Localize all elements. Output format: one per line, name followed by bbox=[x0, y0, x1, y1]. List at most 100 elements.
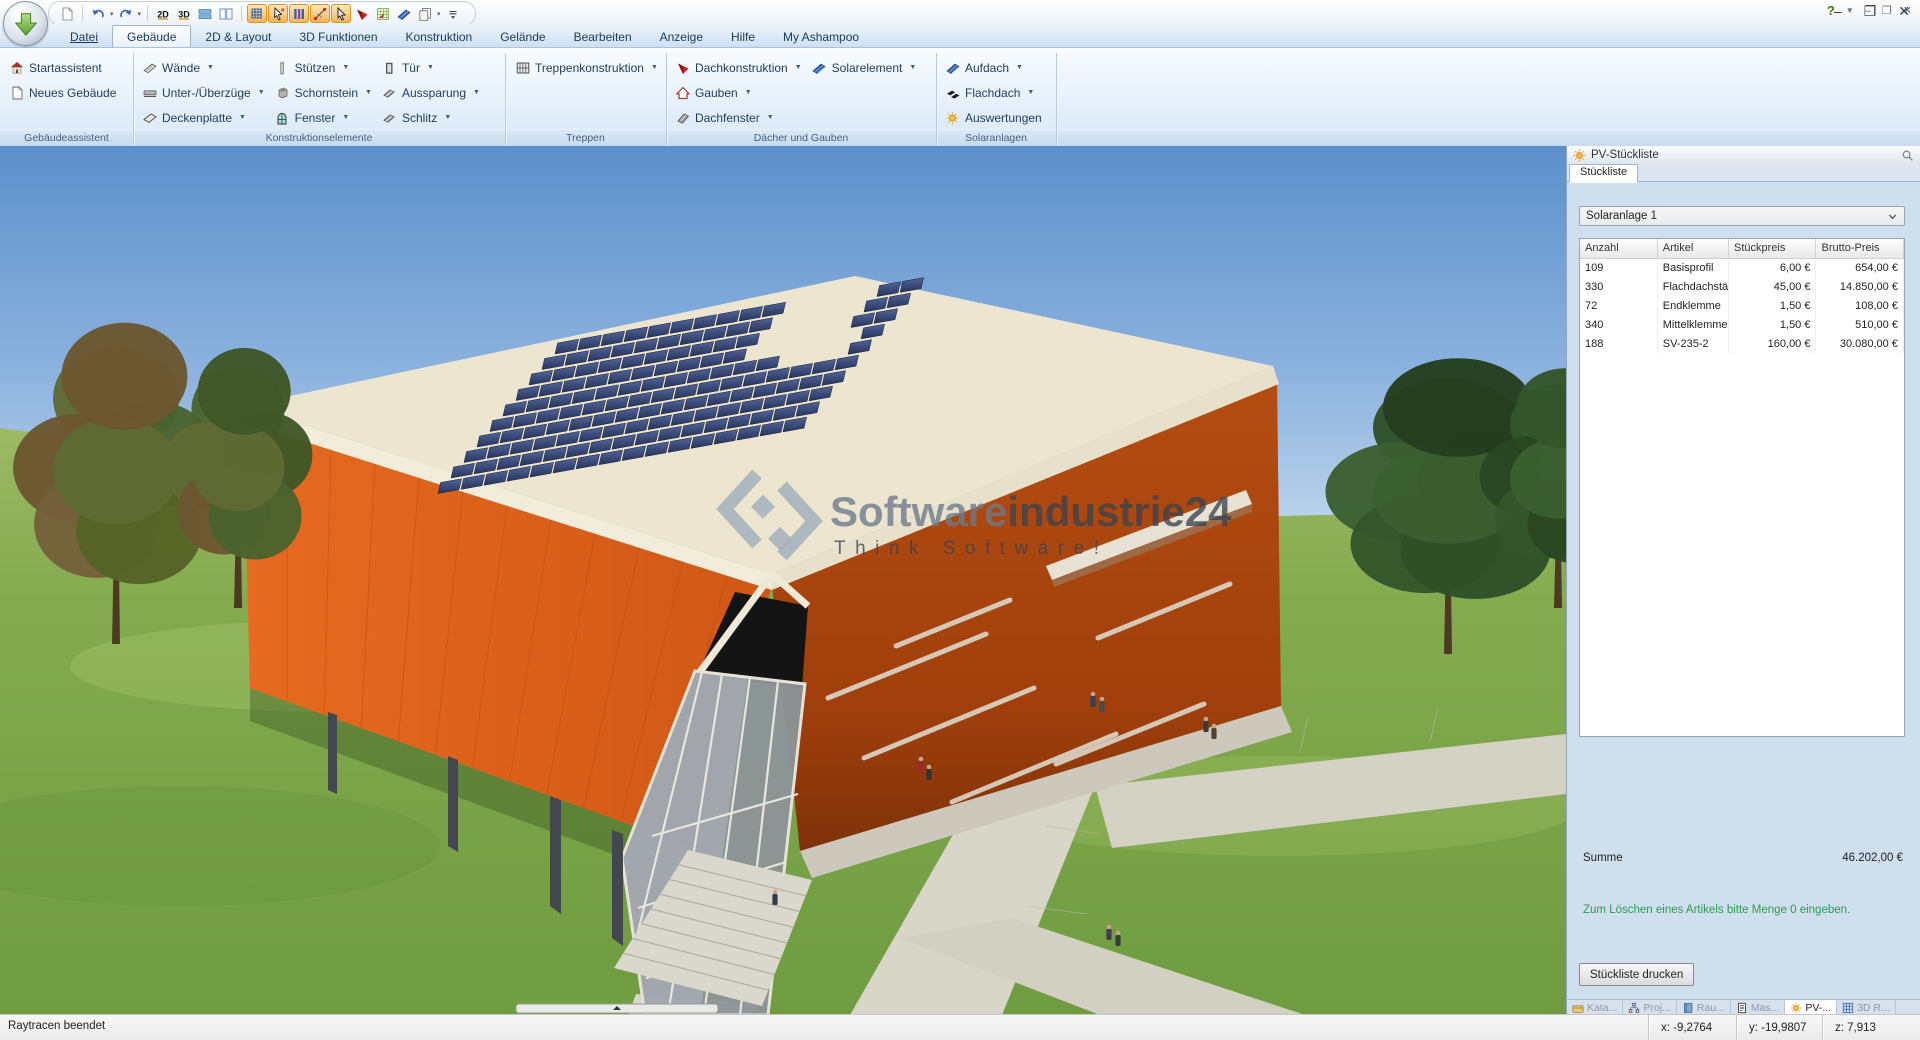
qat-grid-button[interactable] bbox=[247, 4, 267, 23]
dropdown-arrow-icon[interactable]: ▼ bbox=[342, 64, 349, 71]
viewport-scroll-grip[interactable] bbox=[516, 1004, 718, 1013]
table-row[interactable]: 109Basisprofil6,00 €654,00 € bbox=[1580, 259, 1904, 278]
dropdown-arrow-icon[interactable]: ▼ bbox=[745, 89, 752, 96]
ribbon-button-label: Solarelement bbox=[832, 61, 903, 75]
tab-stueckliste[interactable]: Stückliste bbox=[1569, 164, 1638, 183]
qat-pattern-button[interactable] bbox=[373, 4, 393, 23]
dropdown-arrow-icon[interactable]: ▼ bbox=[651, 64, 658, 71]
table-cell: 108,00 € bbox=[1816, 297, 1903, 316]
dropdown-arrow-icon[interactable]: ▼ bbox=[444, 114, 451, 121]
menu-window-controls: ? ▼ – ❐ ✕ bbox=[1827, 3, 1912, 18]
dropdown-arrow-icon[interactable]: ▼ bbox=[342, 114, 349, 121]
split-vertical-icon bbox=[219, 7, 233, 21]
qat-solar-panel-button[interactable] bbox=[394, 4, 414, 23]
column-header-brutto-preis[interactable]: Brutto-Preis bbox=[1816, 239, 1903, 258]
ribbon-button-neues-geb-ude[interactable]: Neues Gebäude bbox=[4, 80, 121, 105]
ribbon-button-aufdach[interactable]: Aufdach▼ bbox=[940, 55, 1047, 80]
measure-icon bbox=[313, 7, 327, 21]
menu-item-bearbeiten[interactable]: Bearbeiten bbox=[560, 26, 646, 47]
help-icon[interactable]: ? bbox=[1827, 3, 1835, 18]
redo-dropdown-icon[interactable]: ▾ bbox=[138, 10, 142, 18]
qat-split-horizontal-button[interactable] bbox=[195, 4, 215, 23]
dropdown-arrow-icon[interactable]: ▼ bbox=[909, 64, 916, 71]
dropdown-arrow-icon[interactable]: ▼ bbox=[258, 89, 265, 96]
qat-snap-cursor-button[interactable] bbox=[268, 4, 288, 23]
ribbon-button-label: Schlitz bbox=[402, 111, 437, 125]
menu-item-hilfe[interactable]: Hilfe bbox=[717, 26, 769, 47]
undo-dropdown-icon[interactable]: ▾ bbox=[110, 10, 114, 18]
status-coordinate-y: y: -19,9807 bbox=[1736, 1015, 1835, 1040]
ribbon-button-flachdach[interactable]: Flachdach▼ bbox=[940, 80, 1047, 105]
qat-cursor-button[interactable] bbox=[331, 4, 351, 23]
table-cell: 109 bbox=[1580, 259, 1658, 278]
menu-item-anzeige[interactable]: Anzeige bbox=[646, 26, 717, 47]
menu-item-geb-ude[interactable]: Gebäude bbox=[112, 25, 191, 47]
mdi-minimize-button[interactable]: – bbox=[1865, 5, 1871, 17]
dropdown-arrow-icon[interactable]: ▼ bbox=[365, 89, 372, 96]
dropdown-arrow-icon[interactable]: ▼ bbox=[207, 64, 214, 71]
menu-item-2d-layout[interactable]: 2D & Layout bbox=[191, 26, 285, 47]
ribbon-button-st-tzen[interactable]: Stützen▼ bbox=[270, 55, 377, 80]
menu-item-datei[interactable]: Datei bbox=[56, 26, 112, 47]
qat-view-3d-button[interactable]: 3D bbox=[174, 4, 194, 23]
ribbon-button-unter-berz-ge[interactable]: Unter-/Überzüge▼ bbox=[137, 80, 270, 105]
parts-table[interactable]: AnzahlArtikelStückpreisBrutto-Preis109Ba… bbox=[1579, 238, 1905, 737]
menu-item-gel-nde[interactable]: Gelände bbox=[486, 26, 559, 47]
qat-undo-button[interactable] bbox=[88, 4, 108, 23]
application-button[interactable] bbox=[3, 1, 48, 46]
dropdown-arrow-icon[interactable]: ▼ bbox=[1027, 89, 1034, 96]
ribbon-button-treppenkonstruktion[interactable]: Treppenkonstruktion▼ bbox=[510, 55, 663, 80]
mdi-close-button[interactable]: ✕ bbox=[1903, 4, 1912, 17]
status-bar: Raytracen beendet x: -9,2764y: -19,9807z… bbox=[0, 1014, 1920, 1040]
qat-measure-button[interactable] bbox=[310, 4, 330, 23]
dropdown-arrow-icon[interactable]: ▼ bbox=[767, 114, 774, 121]
print-parts-list-button[interactable]: Stückliste drucken bbox=[1579, 963, 1694, 986]
dropdown-arrow-icon[interactable]: ▼ bbox=[473, 89, 480, 96]
copy-dropdown-icon[interactable]: ▾ bbox=[437, 10, 441, 18]
ribbon-button-aussparung[interactable]: Aussparung▼ bbox=[377, 80, 485, 105]
ribbon-button-fenster[interactable]: Fenster▼ bbox=[270, 105, 377, 130]
column-header-anzahl[interactable]: Anzahl bbox=[1580, 239, 1658, 258]
ribbon-button-deckenplatte[interactable]: Deckenplatte▼ bbox=[137, 105, 270, 130]
qat-split-vertical-button[interactable] bbox=[216, 4, 236, 23]
menu-item-my-ashampoo[interactable]: My Ashampoo bbox=[769, 26, 873, 47]
qat-guides-button[interactable] bbox=[289, 4, 309, 23]
help-dropdown-icon[interactable]: ▼ bbox=[1846, 6, 1854, 15]
mdi-restore-button[interactable]: ❐ bbox=[1882, 4, 1892, 17]
qat-roof-button[interactable] bbox=[352, 4, 372, 23]
ribbon-button-w-nde[interactable]: Wände▼ bbox=[137, 55, 270, 80]
ribbon-button-dachfenster[interactable]: Dachfenster▼ bbox=[670, 105, 807, 130]
column-header-artikel[interactable]: Artikel bbox=[1658, 239, 1729, 258]
dropdown-arrow-icon[interactable]: ▼ bbox=[795, 64, 802, 71]
menu-item-3d-funktionen[interactable]: 3D Funktionen bbox=[285, 26, 391, 47]
solar-system-select[interactable]: Solaranlage 1 bbox=[1579, 206, 1905, 226]
table-row[interactable]: 340Mittelklemme1,50 €510,00 € bbox=[1580, 316, 1904, 335]
ribbon-button-schornstein[interactable]: Schornstein▼ bbox=[270, 80, 377, 105]
ribbon-button-gauben[interactable]: Gauben▼ bbox=[670, 80, 807, 105]
ribbon-button-auswertungen[interactable]: Auswertungen bbox=[940, 105, 1047, 130]
ribbon-group-separator bbox=[505, 53, 506, 145]
ribbon-button-t-r[interactable]: Tür▼ bbox=[377, 55, 485, 80]
qat-new-file-button[interactable] bbox=[57, 4, 77, 23]
table-row[interactable]: 188SV-235-2160,00 €30.080,00 € bbox=[1580, 335, 1904, 354]
qat-copy-button[interactable] bbox=[415, 4, 435, 23]
redo-icon bbox=[119, 7, 133, 21]
ribbon-group-solaranlagen: Aufdach▼Flachdach▼Auswertungen bbox=[940, 55, 1056, 130]
menu-item-konstruktion[interactable]: Konstruktion bbox=[392, 26, 487, 47]
ribbon-button-solarelement[interactable]: Solarelement ▼ bbox=[807, 55, 922, 80]
dropdown-arrow-icon[interactable]: ▼ bbox=[427, 64, 434, 71]
ribbon-button-schlitz[interactable]: Schlitz ▼ bbox=[377, 105, 485, 130]
3d-viewport[interactable]: Softwareindustrie24 Think Software! bbox=[0, 146, 1566, 1015]
qat-redo-button[interactable] bbox=[116, 4, 136, 23]
ribbon-button-dachkonstruktion[interactable]: Dachkonstruktion▼ bbox=[670, 55, 807, 80]
column-header-st-ckpreis[interactable]: Stückpreis bbox=[1729, 239, 1816, 258]
bottom-tab-label: 3D R... bbox=[1857, 1002, 1890, 1014]
qat-view-2d-button[interactable]: 2D bbox=[153, 4, 173, 23]
dropdown-arrow-icon[interactable]: ▼ bbox=[239, 114, 246, 121]
table-row[interactable]: 330Flachdachstä...45,00 €14.850,00 € bbox=[1580, 278, 1904, 297]
dropdown-arrow-icon[interactable]: ▼ bbox=[1016, 64, 1023, 71]
table-row[interactable]: 72Endklemme1,50 €108,00 € bbox=[1580, 297, 1904, 316]
ribbon-button-startassistent[interactable]: Startassistent bbox=[4, 55, 121, 80]
qat-overflow-button[interactable] bbox=[443, 4, 463, 23]
panel-options-icon[interactable] bbox=[1901, 149, 1914, 162]
